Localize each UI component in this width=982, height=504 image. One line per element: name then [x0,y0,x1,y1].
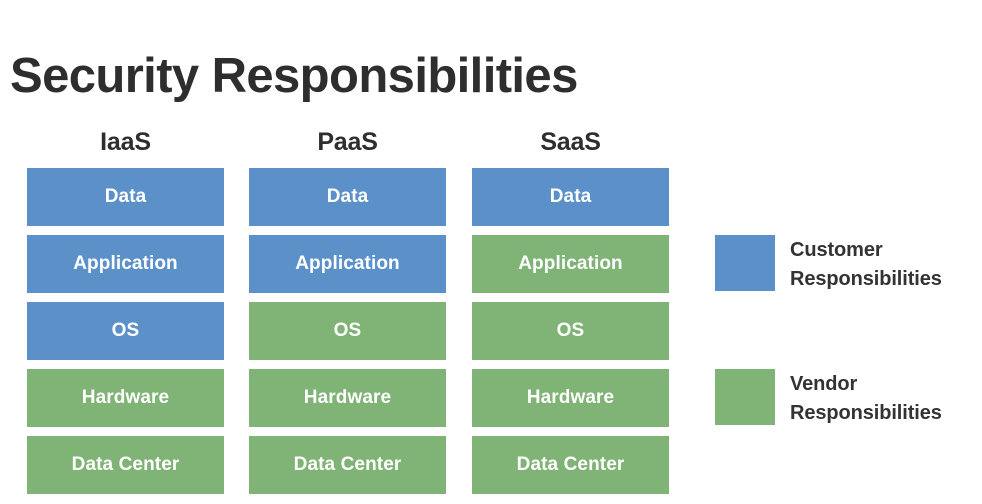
layer-box[interactable]: Hardware [472,369,669,427]
layer-label: Hardware [303,387,392,408]
layer-label: Data [549,186,592,207]
layer-label: Data Center [71,454,180,475]
column-paas: PaaS Data Application OS Hardware Data C… [249,120,446,503]
legend-label-customer: Customer Responsibilities [790,239,942,290]
layer-box[interactable]: Hardware [27,369,224,427]
layer-label: Application [518,253,623,274]
layer-box[interactable]: Data [249,168,446,226]
legend-entry-vendor: Vendor Responsibilities [715,369,942,428]
responsibility-matrix: IaaS Data Application OS Hardware Data C… [0,0,700,504]
layer-box[interactable]: Application [249,235,446,293]
layer-label: Application [73,253,178,274]
layer-label: Hardware [81,387,170,408]
layer-label: OS [111,320,140,341]
layer-box[interactable]: OS [472,302,669,360]
layer-stack-iaas: Data Application OS Hardware Data Center [27,168,224,494]
layer-box[interactable]: Data Center [472,436,669,494]
layer-box[interactable]: Data Center [27,436,224,494]
layer-box[interactable]: Data [27,168,224,226]
legend-label-vendor: Vendor Responsibilities [790,373,942,424]
layer-stack-paas: Data Application OS Hardware Data Center [249,168,446,494]
column-iaas: IaaS Data Application OS Hardware Data C… [27,120,224,503]
column-header-paas: PaaS [317,128,378,156]
layer-box[interactable]: OS [27,302,224,360]
legend-entry-customer: Customer Responsibilities [715,235,942,294]
layer-box[interactable]: Hardware [249,369,446,427]
layer-label: Data Center [516,454,625,475]
legend-swatch-vendor-icon [715,369,775,425]
layer-label: Data Center [293,454,402,475]
layer-label: Data [326,186,369,207]
layer-box[interactable]: Application [472,235,669,293]
layer-stack-saas: Data Application OS Hardware Data Center [472,168,669,494]
layer-label: OS [333,320,362,341]
layer-label: OS [556,320,585,341]
layer-box[interactable]: Application [27,235,224,293]
layer-label: Application [295,253,400,274]
layer-label: Data [104,186,147,207]
layer-label: Hardware [526,387,615,408]
legend: Customer Responsibilities Vendor Respons… [715,0,982,504]
column-header-iaas: IaaS [100,128,151,156]
legend-swatch-customer-icon [715,235,775,291]
layer-box[interactable]: Data [472,168,669,226]
layer-box[interactable]: Data Center [249,436,446,494]
column-saas: SaaS Data Application OS Hardware Data C… [472,120,669,503]
column-header-saas: SaaS [540,128,601,156]
layer-box[interactable]: OS [249,302,446,360]
